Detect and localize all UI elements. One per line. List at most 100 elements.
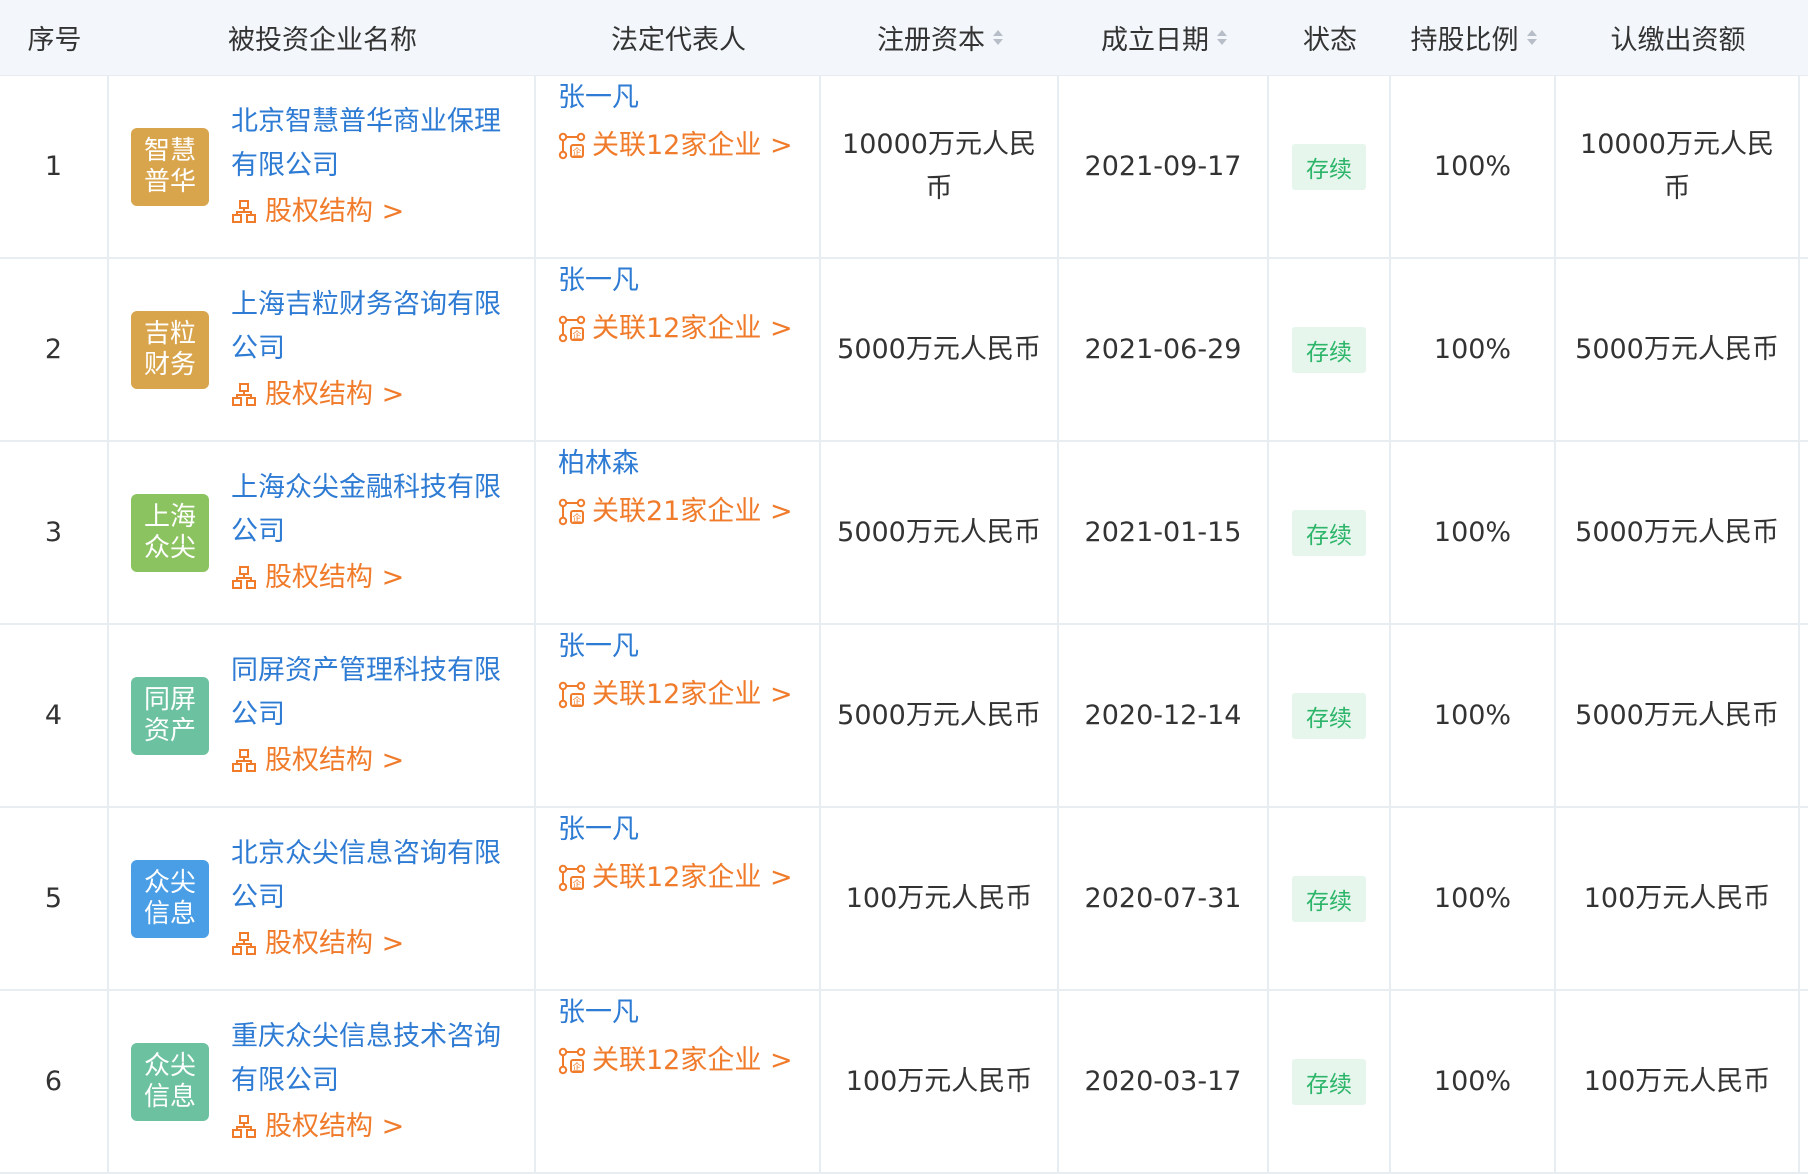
company-cell: 吉粒 财务 上海吉粒财务咨询有限公司 股权结构 >: [109, 259, 536, 440]
table-header: 序号 被投资企业名称 法定代表人 注册资本 成立日期 状态 持股比例 认缴出资额: [0, 0, 1808, 76]
header-date[interactable]: 成立日期: [1059, 0, 1269, 75]
company-name-link[interactable]: 北京众尖信息咨询有限公司: [231, 832, 521, 920]
company-name-link[interactable]: 同屏资产管理科技有限公司: [231, 649, 521, 737]
company-cell: 上海 众尖 上海众尖金融科技有限公司 股权结构 >: [109, 442, 536, 623]
registered-capital: 100万元人民币: [821, 808, 1059, 989]
established-date: 2020-03-17: [1059, 991, 1269, 1172]
company-name-link[interactable]: 重庆众尖信息技术咨询有限公司: [231, 1015, 521, 1103]
company-logo: 众尖 信息: [131, 859, 209, 938]
company-logo: 上海 众尖: [131, 493, 209, 572]
sort-icon[interactable]: [1217, 30, 1227, 45]
company-name-link[interactable]: 上海吉粒财务咨询有限公司: [231, 283, 521, 371]
status-badge: 存续: [1292, 326, 1366, 373]
subscribed-capital: 5000万元人民币: [1556, 442, 1800, 623]
equity-structure-link[interactable]: 股权结构 >: [231, 556, 521, 600]
header-status: 状态: [1303, 25, 1357, 56]
table-row: 4 同屏 资产 同屏资产管理科技有限公司 股权结构 > 张一凡 企 关联12家企…: [0, 625, 1808, 808]
org-chart-icon: [232, 565, 256, 589]
svg-text:企: 企: [572, 512, 581, 524]
sort-icon[interactable]: [993, 30, 1003, 45]
status-badge: 存续: [1292, 1058, 1366, 1105]
legal-rep-link[interactable]: 张一凡: [558, 625, 639, 669]
header-legal-rep: 法定代表人: [611, 25, 746, 56]
header-index: 序号: [27, 25, 82, 56]
network-icon: 企: [558, 1047, 586, 1075]
investment-table: 序号 被投资企业名称 法定代表人 注册资本 成立日期 状态 持股比例 认缴出资额…: [0, 0, 1808, 1174]
svg-text:企: 企: [572, 329, 581, 341]
org-chart-icon: [232, 199, 256, 223]
legal-rep-link[interactable]: 张一凡: [558, 259, 639, 303]
subscribed-capital: 5000万元人民币: [1556, 259, 1800, 440]
svg-text:企: 企: [572, 1061, 581, 1073]
org-chart-icon: [232, 382, 256, 406]
associated-companies-link[interactable]: 企 关联12家企业 >: [558, 307, 793, 351]
company-logo: 吉粒 财务: [131, 310, 209, 389]
registered-capital: 5000万元人民币: [821, 259, 1059, 440]
row-index: 1: [0, 76, 109, 257]
row-index: 5: [0, 808, 109, 989]
legal-rep-cell: 张一凡 企 关联12家企业 >: [536, 991, 821, 1172]
row-index: 4: [0, 625, 109, 806]
svg-text:企: 企: [572, 695, 581, 707]
header-capital[interactable]: 注册资本: [821, 0, 1059, 75]
associated-companies-link[interactable]: 企 关联12家企业 >: [558, 673, 793, 717]
table-row: 1 智慧 普华 北京智慧普华商业保理有限公司 股权结构 > 张一凡 企 关联12…: [0, 76, 1808, 259]
status-badge: 存续: [1292, 509, 1366, 556]
company-cell: 众尖 信息 北京众尖信息咨询有限公司 股权结构 >: [109, 808, 536, 989]
subscribed-capital: 5000万元人民币: [1556, 625, 1800, 806]
equity-structure-link[interactable]: 股权结构 >: [231, 922, 521, 966]
sort-icon[interactable]: [1526, 30, 1537, 45]
org-chart-icon: [232, 748, 256, 772]
table-row: 5 众尖 信息 北京众尖信息咨询有限公司 股权结构 > 张一凡 企 关联12家企…: [0, 808, 1808, 991]
associated-companies-link[interactable]: 企 关联21家企业 >: [558, 490, 793, 534]
company-name-link[interactable]: 上海众尖金融科技有限公司: [231, 466, 521, 554]
table-row: 2 吉粒 财务 上海吉粒财务咨询有限公司 股权结构 > 张一凡 企 关联12家企…: [0, 259, 1808, 442]
legal-rep-link[interactable]: 张一凡: [558, 808, 639, 852]
status-badge: 存续: [1292, 875, 1366, 922]
company-name-link[interactable]: 北京智慧普华商业保理有限公司: [231, 100, 521, 188]
shareholding-ratio: 100%: [1391, 76, 1556, 257]
svg-text:企: 企: [572, 146, 581, 158]
org-chart-icon: [232, 931, 256, 955]
established-date: 2021-06-29: [1059, 259, 1269, 440]
equity-structure-link[interactable]: 股权结构 >: [231, 739, 521, 783]
established-date: 2021-09-17: [1059, 76, 1269, 257]
table-row: 3 上海 众尖 上海众尖金融科技有限公司 股权结构 > 柏林森 企 关联21家企…: [0, 442, 1808, 625]
associated-companies-link[interactable]: 企 关联12家企业 >: [558, 856, 793, 900]
status-badge: 存续: [1292, 692, 1366, 739]
org-chart-icon: [232, 1114, 256, 1138]
legal-rep-link[interactable]: 柏林森: [558, 442, 639, 486]
established-date: 2021-01-15: [1059, 442, 1269, 623]
legal-rep-cell: 张一凡 企 关联12家企业 >: [536, 808, 821, 989]
row-index: 6: [0, 991, 109, 1172]
table-body: 1 智慧 普华 北京智慧普华商业保理有限公司 股权结构 > 张一凡 企 关联12…: [0, 76, 1808, 1174]
associated-companies-link[interactable]: 企 关联12家企业 >: [558, 124, 793, 168]
equity-structure-link[interactable]: 股权结构 >: [231, 190, 521, 234]
associated-companies-link[interactable]: 企 关联12家企业 >: [558, 1039, 793, 1083]
network-icon: 企: [558, 864, 586, 892]
status-badge: 存续: [1292, 143, 1366, 190]
subscribed-capital: 100万元人民币: [1556, 808, 1800, 989]
company-logo: 智慧 普华: [131, 127, 209, 206]
network-icon: 企: [558, 132, 586, 160]
legal-rep-cell: 张一凡 企 关联12家企业 >: [536, 259, 821, 440]
legal-rep-link[interactable]: 张一凡: [558, 991, 639, 1035]
shareholding-ratio: 100%: [1391, 625, 1556, 806]
subscribed-capital: 10000万元人民币: [1556, 76, 1800, 257]
header-ratio[interactable]: 持股比例: [1391, 0, 1556, 75]
registered-capital: 5000万元人民币: [821, 625, 1059, 806]
legal-rep-link[interactable]: 张一凡: [558, 76, 639, 120]
company-cell: 同屏 资产 同屏资产管理科技有限公司 股权结构 >: [109, 625, 536, 806]
network-icon: 企: [558, 315, 586, 343]
shareholding-ratio: 100%: [1391, 808, 1556, 989]
subscribed-capital: 100万元人民币: [1556, 991, 1800, 1172]
shareholding-ratio: 100%: [1391, 259, 1556, 440]
equity-structure-link[interactable]: 股权结构 >: [231, 373, 521, 417]
row-index: 2: [0, 259, 109, 440]
legal-rep-cell: 柏林森 企 关联21家企业 >: [536, 442, 821, 623]
company-logo: 同屏 资产: [131, 676, 209, 755]
row-index: 3: [0, 442, 109, 623]
equity-structure-link[interactable]: 股权结构 >: [231, 1105, 521, 1149]
legal-rep-cell: 张一凡 企 关联12家企业 >: [536, 76, 821, 257]
shareholding-ratio: 100%: [1391, 442, 1556, 623]
